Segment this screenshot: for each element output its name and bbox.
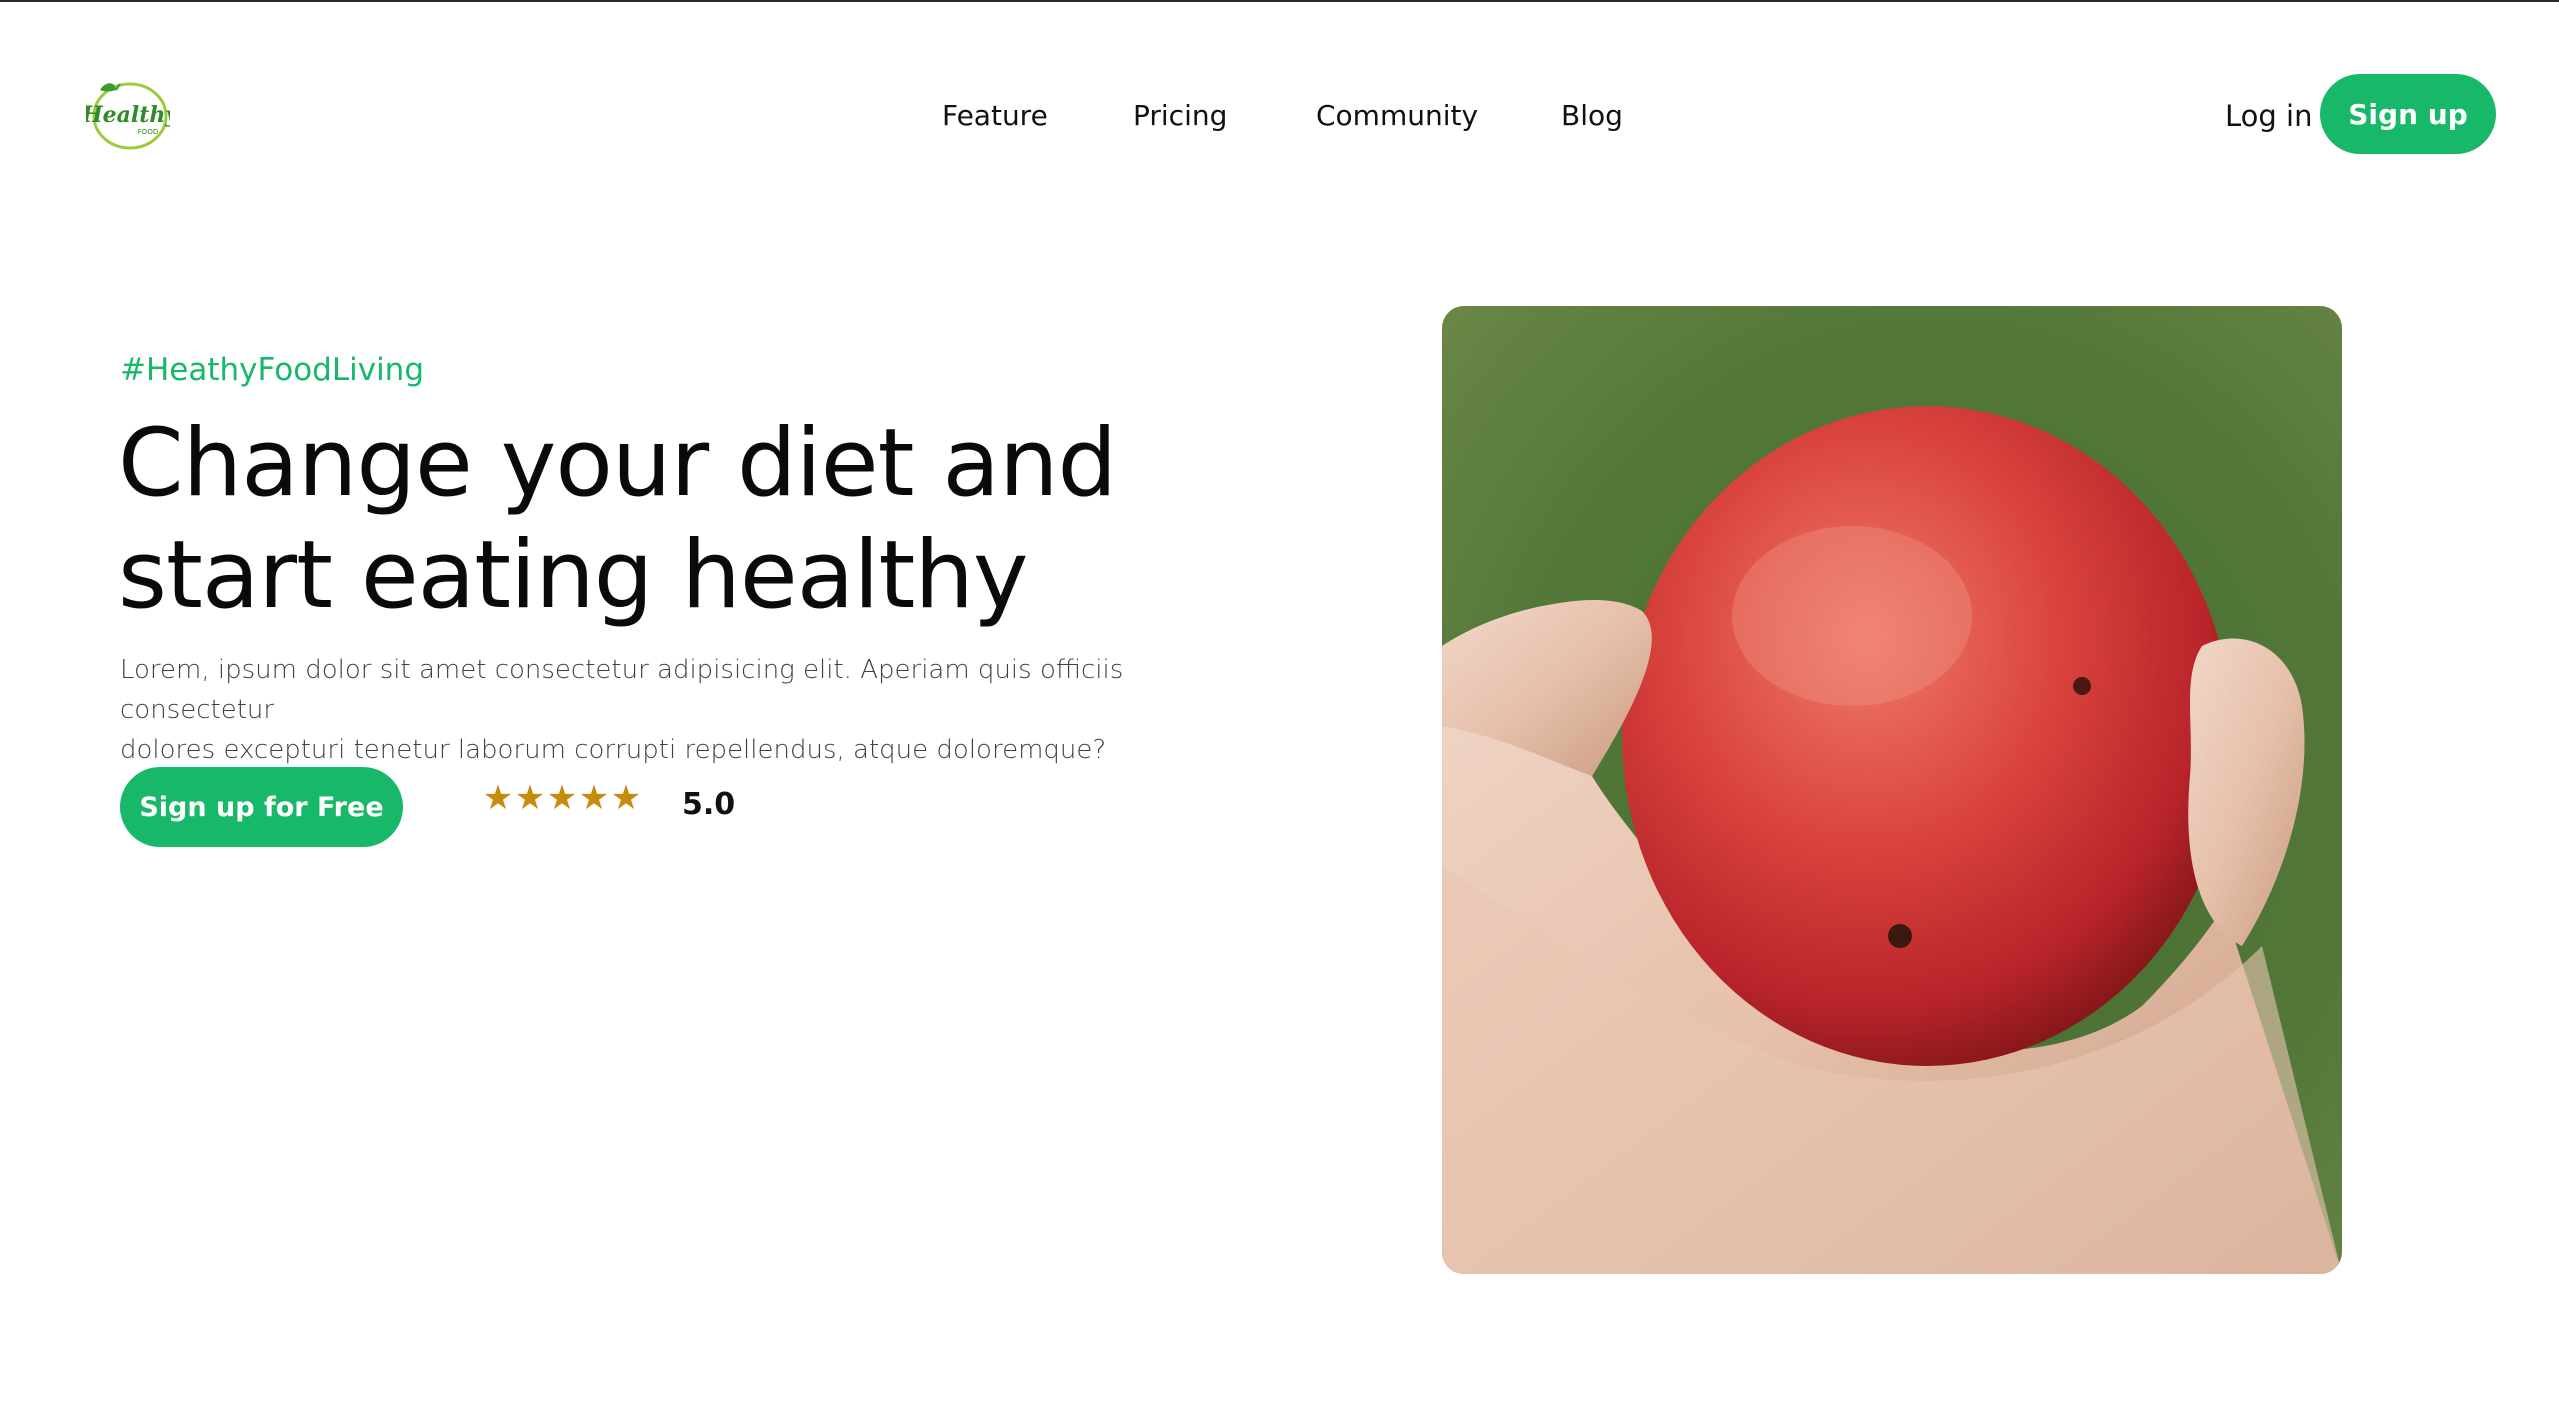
star-icon: ★ [610,778,642,818]
star-icon: ★ [578,778,610,818]
hero-headline: Change your diet and start eating health… [118,408,1218,632]
nav-community[interactable]: Community [1316,96,1478,136]
hero-description: Lorem, ipsum dolor sit amet consectetur … [120,650,1240,770]
star-icon: ★ [514,778,546,818]
apple-in-hand-illustration [1442,306,2342,1274]
star-icon: ★ [482,778,514,818]
top-border [0,0,2559,2]
description-line-1: Lorem, ipsum dolor sit amet consectetur … [120,655,1124,725]
description-line-2: dolores excepturi tenetur laborum corrup… [120,735,1107,765]
signup-button[interactable]: Sign up [2320,74,2496,154]
hero-hashtag: #HeathyFoodLiving [120,352,425,388]
rating-stars: ★ ★ ★ ★ ★ [482,778,642,818]
main-nav: Feature Pricing Community Blog [0,96,2559,136]
headline-line-2: start eating healthy [118,521,1029,630]
rating-value: 5.0 [682,787,736,822]
star-icon: ★ [546,778,578,818]
nav-feature[interactable]: Feature [942,96,1048,136]
login-link[interactable]: Log in [2225,96,2312,136]
headline-line-1: Change your diet and [118,409,1117,518]
signup-free-button[interactable]: Sign up for Free [120,767,403,847]
nav-blog[interactable]: Blog [1561,96,1623,136]
nav-pricing[interactable]: Pricing [1133,96,1227,136]
hero-image [1442,306,2342,1274]
